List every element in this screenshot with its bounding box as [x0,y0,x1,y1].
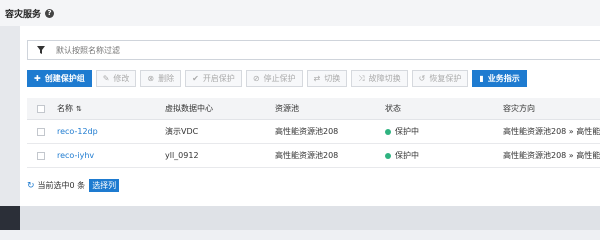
row-checkbox[interactable] [37,127,45,136]
shuffle-icon: ⤨ [358,73,365,83]
selected-count: 当前选中0 条 [37,181,86,190]
filter-input[interactable] [56,45,456,55]
select-all-checkbox[interactable] [37,104,45,113]
business-guide-button[interactable]: ▮ 业务指示 [472,70,527,87]
row-pool: 高性能资源池208 [275,127,339,136]
row-datacenter: 演示VDC [165,127,199,136]
switch-button[interactable]: ⇄ 切换 [306,70,348,87]
enable-protection-button[interactable]: ✔ 开启保护 [185,70,242,87]
toolbar: ✚ 创建保护组 ✎ 修改 ⊗ 删除 ✔ 开启保护 ⊘ 停止保护 ⇄ 切换 ⤨ 故… [27,70,527,87]
switch-label: 切换 [324,74,341,83]
page-bottom-area [20,206,600,230]
select-columns-button[interactable]: 选择列 [89,179,120,192]
pencil-icon: ✎ [102,74,110,83]
row-direction: 高性能资源池208 » 高性能资 [503,151,600,160]
filter-bar[interactable] [27,40,600,60]
row-datacenter: yll_0912 [165,151,199,160]
delete-button[interactable]: ⊗ 删除 [140,70,182,87]
table-footer: ↻ 当前选中0 条 选择列 [27,179,120,192]
left-sidebar [0,26,20,230]
edit-label: 修改 [113,74,130,83]
protection-group-table: 名称 ⇅ 虚拟数据中心 资源池 状态 容灾方向 reco-12dp 演示VDC 高… [27,98,600,168]
filter-icon [37,46,45,54]
restore-protection-button[interactable]: ↺ 恢复保护 [411,70,469,87]
page-title: 容灾服务 [5,9,42,20]
status-dot-icon [385,129,391,135]
table-row[interactable]: reco-12dp 演示VDC 高性能资源池208 保护中 高性能资源池208 … [27,120,600,144]
plus-icon: ✚ [34,74,41,83]
row-status: 保护中 [395,151,419,160]
sidebar-footer [0,206,20,230]
delete-icon: ⊗ [147,74,155,83]
delete-label: 删除 [158,74,175,83]
create-label: 创建保护组 [44,74,85,83]
main-panel: ✚ 创建保护组 ✎ 修改 ⊗ 删除 ✔ 开启保护 ⊘ 停止保护 ⇄ 切换 ⤨ 故… [20,26,600,206]
column-header-datacenter: 虚拟数据中心 [165,104,213,113]
column-header-name[interactable]: 名称 [57,104,73,113]
status-dot-icon [385,153,391,159]
stop-icon: ⊘ [252,74,260,83]
failover-label: 故障切换 [368,74,401,83]
book-icon: ▮ [479,74,484,83]
enable-label: 开启保护 [202,74,235,83]
sort-icon[interactable]: ⇅ [76,105,82,113]
column-header-status: 状态 [385,104,401,113]
restore-icon: ↺ [418,74,426,83]
edit-button[interactable]: ✎ 修改 [95,70,137,87]
row-pool: 高性能资源池208 [275,151,339,160]
question-circle-icon[interactable]: ? [45,8,55,18]
table-row[interactable]: reco-iyhv yll_0912 高性能资源池208 保护中 高性能资源池2… [27,144,600,168]
refresh-icon[interactable]: ↻ [27,181,35,191]
row-name-link[interactable]: reco-12dp [57,127,98,136]
check-circle-icon: ✔ [192,74,199,83]
row-status: 保护中 [395,127,419,136]
restore-label: 恢复保护 [429,74,462,83]
row-name-link[interactable]: reco-iyhv [57,151,94,160]
stop-protection-button[interactable]: ⊘ 停止保护 [245,70,303,87]
column-header-pool: 资源池 [275,104,299,113]
row-checkbox[interactable] [37,151,45,160]
top-bar: 容灾服务 ? [0,0,600,26]
swap-icon: ⇄ [313,74,321,83]
column-header-direction: 容灾方向 [503,104,535,113]
table-header: 名称 ⇅ 虚拟数据中心 资源池 状态 容灾方向 [27,98,600,120]
stop-label: 停止保护 [263,74,296,83]
create-protection-group-button[interactable]: ✚ 创建保护组 [27,70,92,87]
row-direction: 高性能资源池208 » 高性能资 [503,127,600,136]
business-label: 业务指示 [487,74,520,83]
failover-button[interactable]: ⤨ 故障切换 [351,70,408,87]
